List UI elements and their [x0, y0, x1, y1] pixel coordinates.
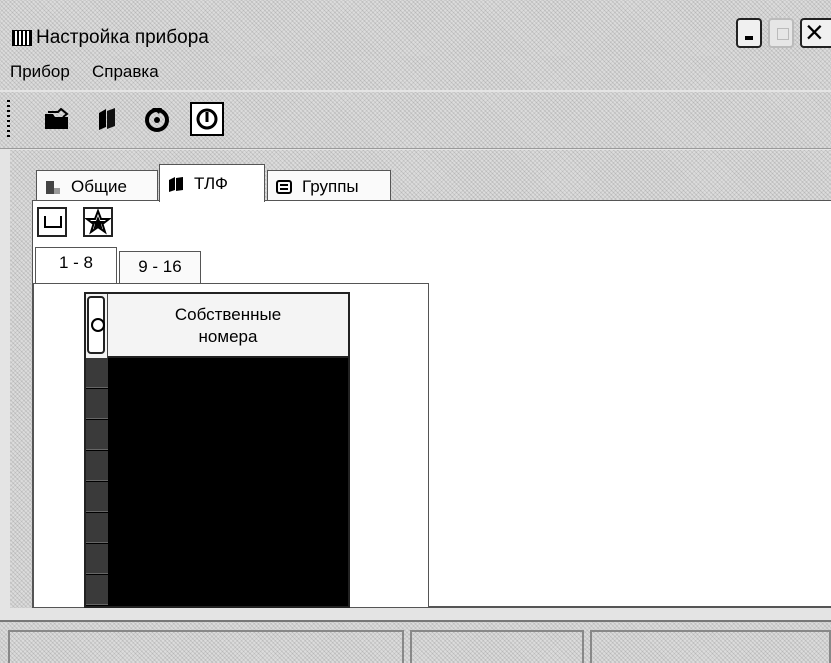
tab-tlf[interactable]: ТЛФ [159, 164, 265, 202]
phonebook-icon [169, 176, 183, 192]
open-folder-icon[interactable] [40, 102, 74, 136]
status-bar [0, 620, 831, 663]
row-header[interactable] [86, 451, 108, 481]
row-header[interactable] [86, 358, 108, 388]
subtab-page: Собственные номера [33, 283, 429, 608]
current-row-icon [87, 296, 105, 354]
row-header[interactable] [86, 544, 108, 574]
row-indicator [86, 294, 108, 358]
status-cell-1 [8, 630, 404, 663]
tab-groups[interactable]: Группы [267, 170, 391, 202]
tlf-tab-page: 1 - 8 9 - 16 Собственные номера [32, 200, 831, 608]
toolbar-grip[interactable] [7, 100, 10, 138]
row-header[interactable] [86, 389, 108, 419]
star-icon[interactable] [83, 207, 113, 237]
subtab-9-16[interactable]: 9 - 16 [119, 251, 201, 283]
menu-bar: Прибор Справка [0, 56, 831, 90]
menu-device[interactable]: Прибор [10, 62, 70, 82]
book-icon[interactable] [90, 102, 124, 136]
column-header-own-numbers: Собственные номера [174, 305, 282, 346]
power-icon[interactable] [190, 102, 224, 136]
row-header[interactable] [86, 420, 108, 450]
menu-help[interactable]: Справка [92, 62, 159, 82]
numbers-grid: Собственные номера [84, 292, 350, 608]
status-cell-3 [590, 630, 831, 663]
grid-header[interactable]: Собственные номера [108, 294, 348, 358]
title-bar: Настройка прибора [0, 0, 831, 56]
app-icon [12, 30, 32, 46]
status-cell-2 [410, 630, 584, 663]
tab-groups-label: Группы [302, 176, 359, 196]
row-header[interactable] [86, 575, 108, 605]
general-icon [46, 180, 60, 194]
main-panel: Общие ТЛФ Группы 1 - 8 9 - 16 Собственны… [10, 150, 831, 608]
tab-general-label: Общие [71, 176, 127, 196]
connect-icon[interactable] [140, 102, 174, 136]
maximize-button[interactable] [768, 18, 794, 48]
edit-icon[interactable] [37, 207, 67, 237]
subtab-1-8[interactable]: 1 - 8 [35, 247, 117, 283]
row-header[interactable] [86, 482, 108, 512]
tab-tlf-label: ТЛФ [194, 173, 228, 193]
close-button[interactable] [800, 15, 831, 49]
window-title: Настройка прибора [36, 27, 209, 48]
row-header[interactable] [86, 513, 108, 543]
tab-general[interactable]: Общие [36, 170, 158, 202]
toolbar [0, 92, 831, 149]
minimize-button[interactable] [736, 18, 762, 48]
groups-icon [276, 179, 292, 194]
